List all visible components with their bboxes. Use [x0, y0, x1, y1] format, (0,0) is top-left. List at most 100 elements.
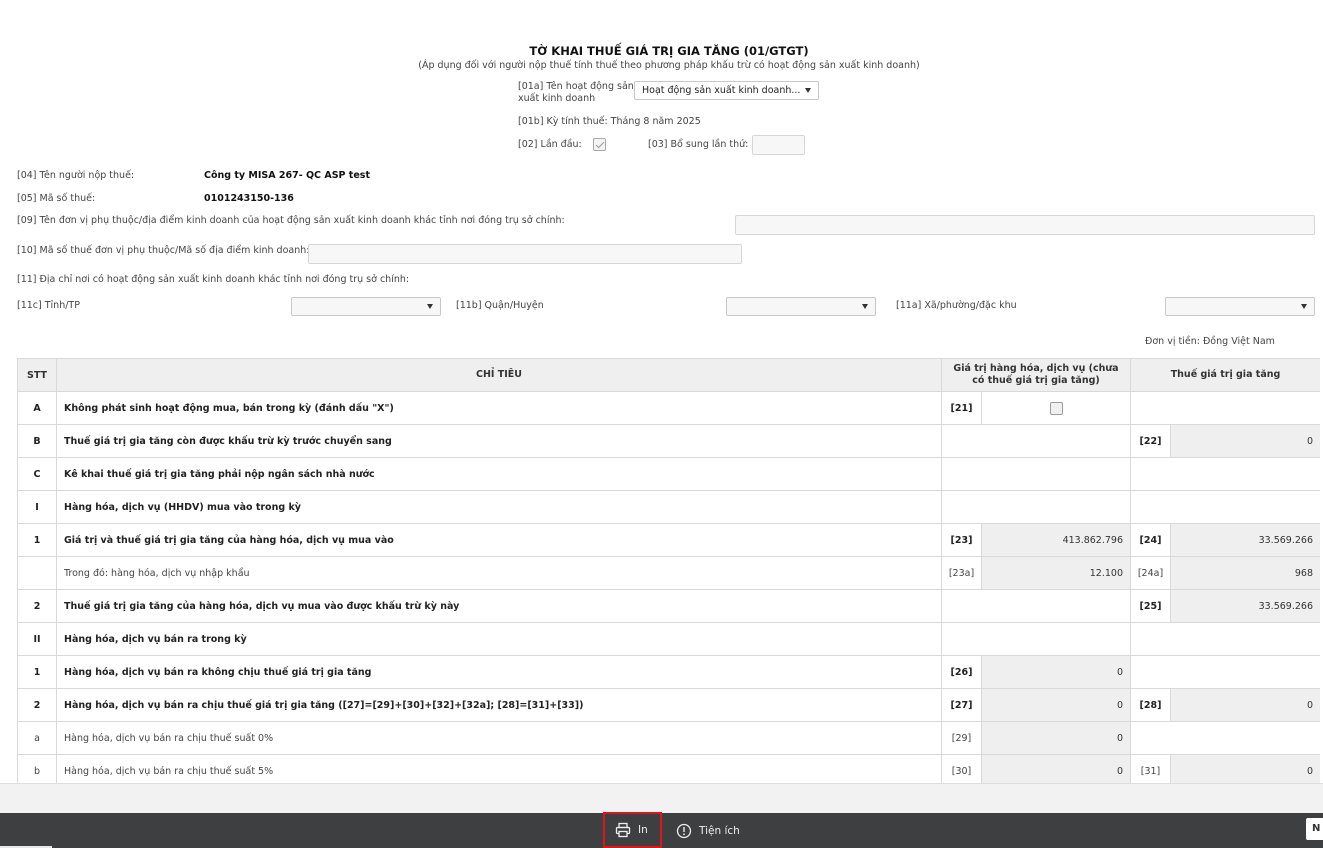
table-row: I Hàng hóa, dịch vụ (HHDV) mua vào trong …: [17, 491, 1320, 524]
bottom-strip: [0, 783, 1323, 813]
tax-amount[interactable]: 968: [1171, 557, 1320, 589]
row-tax-cell: [25] 33.569.266: [1131, 590, 1320, 622]
tax-amount[interactable]: 33.569.266: [1171, 524, 1320, 556]
row-indicator: Không phát sinh hoạt động mua, bán trong…: [57, 392, 942, 424]
row-stt: A: [17, 392, 57, 424]
row-tax-cell: [28] 0: [1131, 689, 1320, 721]
row-tax-cell: [1131, 656, 1320, 688]
tax-amount[interactable]: 0: [1171, 425, 1320, 457]
row-value-cell: [29] 0: [942, 722, 1131, 754]
row-indicator: Hàng hóa, dịch vụ bán ra chịu thuế suất …: [57, 755, 942, 783]
footer-toolbar: In Tiện ích N: [0, 812, 1323, 848]
row-stt: b: [17, 755, 57, 783]
table-row: 1 Giá trị và thuế giá trị gia tăng của hà…: [17, 524, 1320, 557]
row-value-cell: [942, 590, 1131, 622]
dependent-tax-code-label: [10] Mã số thuế đơn vị phụ thuộc/Mã số đ…: [17, 245, 310, 256]
row-value-cell: [23] 413.862.796: [942, 524, 1131, 556]
value-amount[interactable]: 0: [982, 755, 1130, 783]
row-value-cell: [27] 0: [942, 689, 1131, 721]
value-code: [21]: [942, 392, 982, 424]
row-value-cell: [942, 623, 1131, 655]
district-label: [11b] Quận/Huyện: [456, 300, 544, 311]
row-tax-cell: [1131, 458, 1320, 490]
activity-label: [01a] Tên hoạt động sản xuất kinh doanh: [518, 81, 634, 105]
row-indicator: Hàng hóa, dịch vụ bán ra chịu thuế giá t…: [57, 689, 942, 721]
row-stt: 2: [17, 689, 57, 721]
first-time-checkbox[interactable]: [593, 138, 606, 151]
row-value-cell: [942, 425, 1131, 457]
row-tax-cell: [1131, 722, 1320, 754]
first-time-label: [02] Lần đầu:: [518, 139, 582, 150]
info-icon: [676, 823, 692, 838]
row-stt: 1: [17, 656, 57, 688]
supplement-label: [03] Bổ sung lần thứ:: [648, 139, 749, 150]
row-tax-cell: [31] 0: [1131, 755, 1320, 783]
row-indicator: Kê khai thuế giá trị gia tăng phải nộp n…: [57, 458, 942, 490]
row-tax-cell: [22] 0: [1131, 425, 1320, 457]
value-code: [27]: [942, 689, 982, 721]
province-select[interactable]: [291, 297, 441, 316]
tax-code: [24a]: [1131, 557, 1171, 589]
header-indicator: CHỈ TIÊU: [57, 359, 942, 391]
dependent-tax-code-input[interactable]: [308, 244, 742, 264]
activity-select[interactable]: Hoạt động sản xuất kinh doanh...: [634, 81, 819, 100]
table-row: B Thuế giá trị gia tăng còn được khấu trừ…: [17, 425, 1320, 458]
corner-button[interactable]: N: [1306, 818, 1323, 840]
utilities-button[interactable]: Tiện ích: [676, 813, 740, 848]
print-button[interactable]: In: [603, 812, 662, 848]
supplement-input[interactable]: [752, 135, 805, 155]
table-header: STT CHỈ TIÊU Giá trị hàng hóa, dịch vụ (…: [17, 359, 1320, 392]
no-activity-checkbox[interactable]: [1049, 401, 1063, 415]
row-value-cell: [942, 458, 1131, 490]
row-indicator: Hàng hóa, dịch vụ bán ra trong kỳ: [57, 623, 942, 655]
row-stt: B: [17, 425, 57, 457]
tax-amount[interactable]: 33.569.266: [1171, 590, 1320, 622]
value-amount[interactable]: 0: [982, 689, 1130, 721]
utilities-label: Tiện ích: [699, 824, 740, 837]
activity-label-line2: xuất kinh doanh: [518, 93, 596, 104]
tax-code: [31]: [1131, 755, 1171, 783]
header-value: Giá trị hàng hóa, dịch vụ (chưa có thuế …: [942, 359, 1131, 391]
row-stt: I: [17, 491, 57, 523]
tax-amount[interactable]: 0: [1171, 689, 1320, 721]
row-value-cell: [26] 0: [942, 656, 1131, 688]
row-indicator: Hàng hóa, dịch vụ bán ra chịu thuế suất …: [57, 722, 942, 754]
value-code: [23]: [942, 524, 982, 556]
row-indicator: Thuế giá trị gia tăng của hàng hóa, dịch…: [57, 590, 942, 622]
row-stt: 2: [17, 590, 57, 622]
tax-code: [28]: [1131, 689, 1171, 721]
value-code: [29]: [942, 722, 982, 754]
value-amount[interactable]: 413.862.796: [982, 524, 1130, 556]
tax-code: [24]: [1131, 524, 1171, 556]
row-indicator: Thuế giá trị gia tăng còn được khấu trừ …: [57, 425, 942, 457]
dependent-unit-input[interactable]: [735, 215, 1315, 235]
value-amount[interactable]: 0: [982, 656, 1130, 688]
row-tax-cell: [1131, 623, 1320, 655]
declaration-table: STT CHỈ TIÊU Giá trị hàng hóa, dịch vụ (…: [17, 358, 1320, 783]
row-tax-cell: [24a] 968: [1131, 557, 1320, 589]
row-value-cell: [30] 0: [942, 755, 1131, 783]
table-row: b Hàng hóa, dịch vụ bán ra chịu thuế suất…: [17, 755, 1320, 783]
table-row: a Hàng hóa, dịch vụ bán ra chịu thuế suất…: [17, 722, 1320, 755]
district-select[interactable]: [726, 297, 876, 316]
printer-icon: [615, 822, 631, 838]
row-value-cell: [23a] 12.100: [942, 557, 1131, 589]
print-label: In: [638, 824, 648, 836]
no-activity-cell: [982, 392, 1130, 424]
form-title: TỜ KHAI THUẾ GIÁ TRỊ GIA TĂNG (01/GTGT): [529, 44, 809, 58]
value-code: [26]: [942, 656, 982, 688]
ward-label: [11a] Xã/phường/đặc khu: [896, 300, 1017, 311]
value-amount[interactable]: 0: [982, 722, 1130, 754]
ward-select[interactable]: [1165, 297, 1315, 316]
tax-code-label: [05] Mã số thuế:: [17, 193, 96, 204]
value-amount[interactable]: 12.100: [982, 557, 1130, 589]
tax-amount[interactable]: 0: [1171, 755, 1320, 783]
value-code: [23a]: [942, 557, 982, 589]
table-row: II Hàng hóa, dịch vụ bán ra trong kỳ: [17, 623, 1320, 656]
row-indicator: Trong đó: hàng hóa, dịch vụ nhập khẩu: [57, 557, 942, 589]
tax-declaration-form: TỜ KHAI THUẾ GIÁ TRỊ GIA TĂNG (01/GTGT) …: [0, 0, 1323, 783]
row-stt: II: [17, 623, 57, 655]
row-stt: C: [17, 458, 57, 490]
row-stt: a: [17, 722, 57, 754]
table-row: A Không phát sinh hoạt động mua, bán tron…: [17, 392, 1320, 425]
